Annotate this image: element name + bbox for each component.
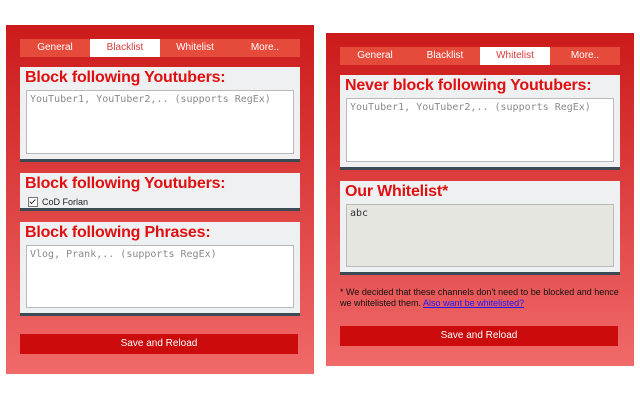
block-phrases-card: Block following Phrases: Vlog, Prank,.. … — [20, 222, 300, 316]
whitelist-request-link[interactable]: Also want be whitelisted? — [423, 298, 524, 308]
block-phrases-textarea[interactable]: Vlog, Prank,.. (supports RegEx) — [26, 245, 294, 308]
blacklist-popup: General Blacklist Whitelist More.. Block… — [6, 25, 314, 374]
tab-whitelist[interactable]: Whitelist — [160, 39, 230, 57]
blocked-youtubers-list-title: Block following Youtubers: — [25, 175, 226, 192]
block-youtubers-textarea[interactable]: YouTuber1, YouTuber2,.. (supports RegEx) — [26, 90, 294, 154]
our-whitelist-textarea: abc — [346, 204, 614, 267]
tab-blacklist[interactable]: Blacklist — [410, 47, 480, 65]
tab-more[interactable]: More.. — [230, 39, 300, 57]
save-and-reload-button[interactable]: Save and Reload — [20, 334, 298, 354]
tab-general[interactable]: General — [340, 47, 410, 65]
tab-blacklist[interactable]: Blacklist — [90, 39, 160, 57]
blocked-youtuber-item[interactable]: CoD Forlan — [28, 197, 88, 207]
our-whitelist-card: Our Whitelist* abc — [340, 181, 620, 275]
block-youtubers-card: Block following Youtubers: YouTuber1, Yo… — [20, 67, 300, 162]
tab-more[interactable]: More.. — [550, 47, 620, 65]
tab-bar: General Blacklist Whitelist More.. — [20, 39, 300, 57]
never-block-title: Never block following Youtubers: — [345, 77, 592, 94]
block-phrases-placeholder: Vlog, Prank,.. (supports RegEx) — [30, 249, 217, 260]
blocked-youtuber-label: CoD Forlan — [42, 197, 89, 207]
block-youtubers-placeholder: YouTuber1, YouTuber2,.. (supports RegEx) — [30, 94, 271, 105]
tab-bar: General Blacklist Whitelist More.. — [340, 47, 620, 65]
never-block-textarea[interactable]: YouTuber1, YouTuber2,.. (supports RegEx) — [346, 98, 614, 162]
blocked-youtubers-list-card: Block following Youtubers: CoD Forlan — [20, 173, 300, 211]
whitelist-popup: General Blacklist Whitelist More.. Never… — [326, 33, 634, 366]
tab-general[interactable]: General — [20, 39, 90, 57]
never-block-placeholder: YouTuber1, YouTuber2,.. (supports RegEx) — [350, 102, 591, 113]
our-whitelist-title: Our Whitelist* — [345, 183, 448, 200]
block-phrases-title: Block following Phrases: — [25, 224, 211, 241]
never-block-card: Never block following Youtubers: YouTube… — [340, 75, 620, 170]
tab-whitelist[interactable]: Whitelist — [480, 47, 550, 65]
whitelist-note: * We decided that these channels don't n… — [340, 287, 630, 309]
save-and-reload-button[interactable]: Save and Reload — [340, 326, 618, 346]
block-youtubers-title: Block following Youtubers: — [25, 69, 226, 86]
our-whitelist-value: abc — [350, 208, 369, 219]
blocked-youtuber-checkbox[interactable] — [28, 197, 38, 207]
